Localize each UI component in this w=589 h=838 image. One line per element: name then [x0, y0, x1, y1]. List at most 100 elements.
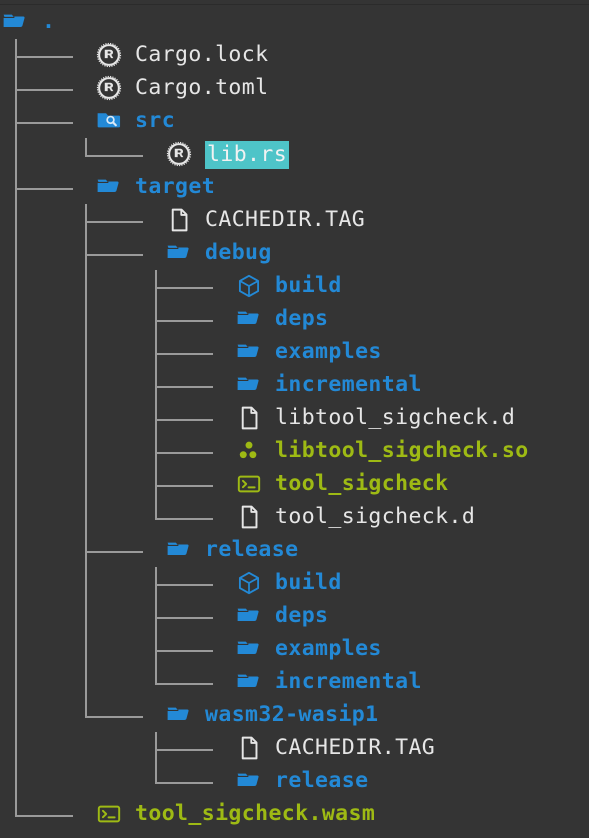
folder-open-icon	[236, 306, 262, 332]
tree-guide-vertical	[15, 402, 17, 435]
tree-guide-vertical	[15, 765, 17, 798]
tree-guide-vertical	[85, 666, 87, 699]
tree-row[interactable]: release	[0, 534, 589, 567]
tree-row-root[interactable]: .	[0, 6, 589, 39]
rust-icon	[96, 42, 122, 68]
tree-row-label: .	[42, 9, 56, 34]
tree-guide-vertical	[85, 435, 87, 468]
tree-guide-vertical	[15, 336, 17, 369]
tree-guide-horizontal	[155, 617, 213, 619]
tree-row[interactable]: Cargo.toml	[0, 72, 589, 105]
tree-guide-vertical	[85, 369, 87, 402]
tree-row-label: tool_sigcheck	[275, 471, 449, 496]
tree-guide-vertical	[15, 600, 17, 633]
file-tree[interactable]: . Cargo.lock Cargo.toml src lib.rs target CACH…	[0, 0, 589, 838]
tree-row[interactable]: deps	[0, 303, 589, 336]
tree-guide-vertical	[15, 633, 17, 666]
tree-guide-horizontal	[155, 782, 213, 784]
tree-row-label: debug	[205, 240, 272, 265]
tree-guide-vertical	[15, 204, 17, 237]
folder-open-icon	[236, 603, 262, 629]
tree-guide-horizontal	[155, 749, 213, 751]
tree-guide-horizontal	[155, 452, 213, 454]
package-cube-icon	[236, 273, 262, 299]
tree-guide-horizontal	[85, 551, 143, 553]
shared-library-icon	[236, 438, 262, 464]
tree-row[interactable]: src	[0, 105, 589, 138]
tree-row[interactable]: lib.rs	[0, 138, 589, 171]
tree-guide-vertical	[85, 600, 87, 633]
tree-guide-horizontal	[155, 287, 213, 289]
tree-row[interactable]: tool_sigcheck.wasm	[0, 798, 589, 831]
tree-row[interactable]: libtool_sigcheck.so	[0, 435, 589, 468]
tree-guide-horizontal	[155, 353, 213, 355]
tree-row[interactable]: libtool_sigcheck.d	[0, 402, 589, 435]
tree-row[interactable]: incremental	[0, 666, 589, 699]
folder-open-icon	[236, 669, 262, 695]
tree-row-label: build	[275, 570, 342, 595]
tree-guide-horizontal	[155, 386, 213, 388]
tree-row[interactable]: build	[0, 567, 589, 600]
tree-guide-vertical	[15, 435, 17, 468]
tree-row[interactable]: tool_sigcheck	[0, 468, 589, 501]
tree-guide-horizontal	[85, 254, 143, 256]
tree-row-label: deps	[275, 603, 329, 628]
rust-icon	[166, 141, 192, 167]
tree-row-label: CACHEDIR.TAG	[205, 207, 366, 232]
tree-row-label: src	[135, 108, 176, 133]
tree-row-label: tool_sigcheck.wasm	[135, 801, 376, 826]
tree-guide-vertical	[15, 468, 17, 501]
tree-row[interactable]: CACHEDIR.TAG	[0, 204, 589, 237]
tree-row-label: release	[205, 537, 299, 562]
tree-guide-horizontal	[155, 650, 213, 652]
tree-row-label: incremental	[275, 372, 422, 397]
tree-row-label: libtool_sigcheck.so	[275, 438, 529, 463]
tree-row-label: examples	[275, 339, 382, 364]
tree-row[interactable]: Cargo.lock	[0, 39, 589, 72]
tree-row-label: Cargo.lock	[135, 42, 269, 67]
tree-row[interactable]: target	[0, 171, 589, 204]
folder-open-icon	[166, 240, 192, 266]
folder-open-icon	[236, 339, 262, 365]
terminal-icon	[96, 801, 122, 827]
tree-guide-horizontal	[155, 320, 213, 322]
tree-row[interactable]: deps	[0, 600, 589, 633]
rust-icon	[96, 75, 122, 101]
folder-source-icon	[96, 108, 122, 134]
tree-row-label: Cargo.toml	[135, 75, 269, 100]
tree-guide-vertical	[85, 567, 87, 600]
folder-open-icon	[236, 768, 262, 794]
tree-row-label: build	[275, 273, 342, 298]
tree-row-label: tool_sigcheck.d	[275, 504, 476, 529]
tree-guide-horizontal	[15, 188, 73, 190]
file-icon	[236, 405, 262, 431]
folder-open-icon	[236, 636, 262, 662]
tree-row[interactable]: release	[0, 765, 589, 798]
tree-guide-horizontal	[15, 815, 73, 817]
tree-guide-horizontal	[15, 89, 73, 91]
tree-row[interactable]: incremental	[0, 369, 589, 402]
tree-guide-horizontal	[15, 56, 73, 58]
tree-guide-vertical	[15, 270, 17, 303]
tree-guide-vertical	[85, 402, 87, 435]
terminal-icon	[236, 471, 262, 497]
tree-guide-vertical	[85, 270, 87, 303]
tree-guide-vertical	[15, 567, 17, 600]
tree-row[interactable]: CACHEDIR.TAG	[0, 732, 589, 765]
tree-guide-vertical	[85, 336, 87, 369]
tree-guide-horizontal	[155, 683, 213, 685]
tree-row[interactable]: build	[0, 270, 589, 303]
tree-row-label: examples	[275, 636, 382, 661]
tree-row[interactable]: examples	[0, 633, 589, 666]
tree-row[interactable]: wasm32-wasip1	[0, 699, 589, 732]
tree-row-label: target	[135, 174, 216, 199]
tree-guide-horizontal	[85, 716, 143, 718]
tree-row[interactable]: examples	[0, 336, 589, 369]
tree-guide-horizontal	[155, 485, 213, 487]
tree-guide-vertical	[15, 237, 17, 270]
tree-guide-vertical	[85, 501, 87, 534]
tree-row[interactable]: debug	[0, 237, 589, 270]
tree-guide-vertical	[15, 534, 17, 567]
tree-row-label: CACHEDIR.TAG	[275, 735, 436, 760]
tree-row[interactable]: tool_sigcheck.d	[0, 501, 589, 534]
